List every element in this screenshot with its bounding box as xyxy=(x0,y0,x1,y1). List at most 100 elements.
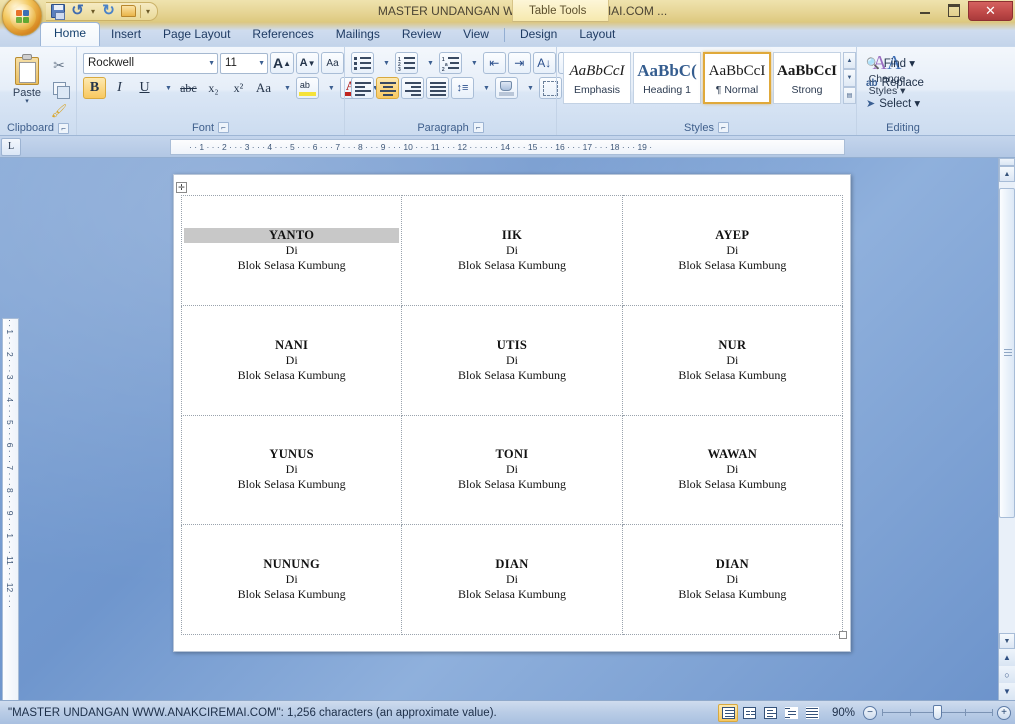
justify-button[interactable] xyxy=(426,77,449,99)
bullets-dropdown[interactable]: ▼ xyxy=(376,52,393,74)
underline-button[interactable]: U xyxy=(133,77,156,99)
tab-layout[interactable]: Layout xyxy=(568,24,626,46)
scroll-down-icon[interactable]: ▼ xyxy=(999,633,1015,649)
zoom-slider[interactable]: − + xyxy=(863,705,1011,720)
tab-mailings[interactable]: Mailings xyxy=(325,24,391,46)
table-cell[interactable]: TONI Di Blok Selasa Kumbung xyxy=(401,414,623,526)
undo-icon[interactable]: ↺ xyxy=(69,3,86,19)
paste-dropdown-icon[interactable]: ▾ xyxy=(25,98,29,105)
clipboard-dialog-launcher[interactable]: ⌐ xyxy=(58,122,70,134)
subscript-button[interactable]: x₂ xyxy=(202,77,225,99)
underline-dropdown[interactable]: ▼ xyxy=(158,77,175,99)
paragraph-dialog-launcher[interactable]: ⌐ xyxy=(472,122,484,133)
zoom-slider-thumb[interactable] xyxy=(933,705,942,720)
align-left-button[interactable] xyxy=(351,77,374,99)
table-cell[interactable]: YANTO Di Blok Selasa Kumbung xyxy=(180,195,403,306)
table-cell[interactable]: NANI Di Blok Selasa Kumbung xyxy=(180,304,403,416)
bullets-button[interactable] xyxy=(351,52,374,74)
view-print-layout[interactable] xyxy=(718,703,738,722)
vertical-scrollbar[interactable]: ▲ ▼ ▲ ○ ▼ xyxy=(998,158,1015,700)
view-full-screen-reading[interactable] xyxy=(739,704,759,722)
scroll-track[interactable] xyxy=(999,182,1015,633)
shrink-font-button[interactable]: A ▼ xyxy=(296,52,320,74)
table-cell[interactable]: DIAN Di Blok Selasa Kumbung xyxy=(401,524,623,635)
vertical-ruler[interactable]: · · 1 · · · 2 · · · 3 · · · 4 · · · 5 · … xyxy=(2,318,19,700)
tab-insert[interactable]: Insert xyxy=(100,24,152,46)
highlight-dropdown[interactable]: ▼ xyxy=(321,77,338,99)
superscript-button[interactable]: x² xyxy=(227,77,250,99)
text-highlight-button[interactable]: ab xyxy=(295,77,319,99)
customize-qat-icon[interactable]: ▾ xyxy=(144,7,152,16)
change-case-dropdown[interactable]: ▼ xyxy=(277,77,294,99)
table-cell[interactable]: WAWAN Di Blok Selasa Kumbung xyxy=(621,414,844,526)
zoom-in-button[interactable]: + xyxy=(997,705,1011,720)
shading-button[interactable] xyxy=(494,77,518,99)
view-draft[interactable] xyxy=(802,704,822,722)
align-right-button[interactable] xyxy=(401,77,424,99)
copy-button[interactable] xyxy=(48,78,70,99)
zoom-track[interactable] xyxy=(882,705,993,720)
strikethrough-button[interactable]: abc xyxy=(177,77,200,99)
multilevel-dropdown[interactable]: ▼ xyxy=(464,52,481,74)
replace-button[interactable]: ab Replace xyxy=(863,73,927,93)
style-normal[interactable]: AaBbCcI ¶ Normal xyxy=(703,52,771,104)
zoom-out-button[interactable]: − xyxy=(863,705,877,720)
document-page[interactable]: ✛ YANTO Di Blok Selasa Kumbung IIK Di Bl… xyxy=(173,174,851,652)
gallery-scroll-up-icon[interactable]: ▲ xyxy=(843,52,856,70)
clear-formatting-button[interactable]: Aa xyxy=(321,52,345,74)
format-painter-button[interactable]: 🖌 xyxy=(48,101,70,121)
table-cell[interactable]: NUR Di Blok Selasa Kumbung xyxy=(621,304,844,416)
align-center-button[interactable] xyxy=(376,77,399,99)
next-page-icon[interactable]: ▼ xyxy=(999,683,1015,700)
gallery-more-icon[interactable]: ▤ xyxy=(843,86,856,104)
scroll-thumb[interactable] xyxy=(999,188,1015,518)
previous-page-icon[interactable]: ▲ xyxy=(999,649,1015,666)
paste-button[interactable]: Paste ▾ xyxy=(6,52,48,105)
find-button[interactable]: 🔍 Find ▾ xyxy=(863,53,918,73)
decrease-indent-button[interactable]: ⇤ xyxy=(482,52,506,74)
horizontal-ruler[interactable]: · · 1 · · · 2 · · · 3 · · · 4 · · · 5 · … xyxy=(170,139,845,155)
tab-view[interactable]: View xyxy=(452,24,500,46)
table-cell[interactable]: IIK Di Blok Selasa Kumbung xyxy=(401,195,623,306)
style-heading-1[interactable]: AaBbC( Heading 1 xyxy=(633,52,701,104)
font-dialog-launcher[interactable]: ⌐ xyxy=(218,122,229,133)
cut-button[interactable]: ✂ xyxy=(48,55,70,75)
table-resize-handle[interactable] xyxy=(839,631,847,639)
italic-button[interactable]: I xyxy=(108,77,131,99)
table-move-handle[interactable]: ✛ xyxy=(176,182,187,193)
minimize-button[interactable] xyxy=(910,1,939,19)
select-button[interactable]: ➤ Select ▾ xyxy=(863,93,923,113)
invitation-table[interactable]: YANTO Di Blok Selasa Kumbung IIK Di Blok… xyxy=(180,195,844,635)
table-cell[interactable]: DIAN Di Blok Selasa Kumbung xyxy=(621,524,844,635)
zoom-percentage[interactable]: 90% xyxy=(823,707,863,719)
table-cell[interactable]: UTIS Di Blok Selasa Kumbung xyxy=(401,304,623,416)
table-cell[interactable]: YUNUS Di Blok Selasa Kumbung xyxy=(180,414,403,526)
grow-font-button[interactable]: A ▲ xyxy=(270,52,295,74)
sort-button[interactable]: A↓ xyxy=(532,52,556,74)
tab-page-layout[interactable]: Page Layout xyxy=(152,24,241,46)
save-icon[interactable] xyxy=(49,3,66,20)
split-bar-handle[interactable] xyxy=(999,158,1015,166)
font-size-combo[interactable]: 11 ▼ xyxy=(220,52,268,74)
numbering-dropdown[interactable]: ▼ xyxy=(420,52,437,74)
multilevel-list-button[interactable]: 1a2 xyxy=(438,52,462,74)
style-strong[interactable]: AaBbCcI Strong xyxy=(773,52,841,104)
tab-references[interactable]: References xyxy=(241,24,324,46)
open-icon[interactable] xyxy=(120,3,137,19)
restore-button[interactable] xyxy=(939,1,968,19)
tab-stop-selector[interactable]: L xyxy=(1,137,21,156)
close-button[interactable]: ✕ xyxy=(968,1,1013,21)
font-name-combo[interactable]: Rockwell ▼ xyxy=(83,52,218,74)
numbering-button[interactable]: 123 xyxy=(394,52,418,74)
tab-design[interactable]: Design xyxy=(509,24,568,46)
table-cell[interactable]: NUNUNG Di Blok Selasa Kumbung xyxy=(180,524,403,635)
redo-icon[interactable]: ↻ xyxy=(100,3,117,19)
undo-dropdown-icon[interactable]: ▾ xyxy=(89,7,97,16)
line-spacing-button[interactable]: ↕≡ xyxy=(451,77,474,99)
table-cell[interactable]: AYEP Di Blok Selasa Kumbung xyxy=(621,195,844,306)
change-case-button[interactable]: Aa xyxy=(252,77,275,99)
bold-button[interactable]: B xyxy=(83,77,106,99)
styles-dialog-launcher[interactable]: ⌐ xyxy=(717,122,729,133)
shading-dropdown[interactable]: ▼ xyxy=(520,77,537,99)
gallery-scroll-down-icon[interactable]: ▼ xyxy=(843,69,856,87)
